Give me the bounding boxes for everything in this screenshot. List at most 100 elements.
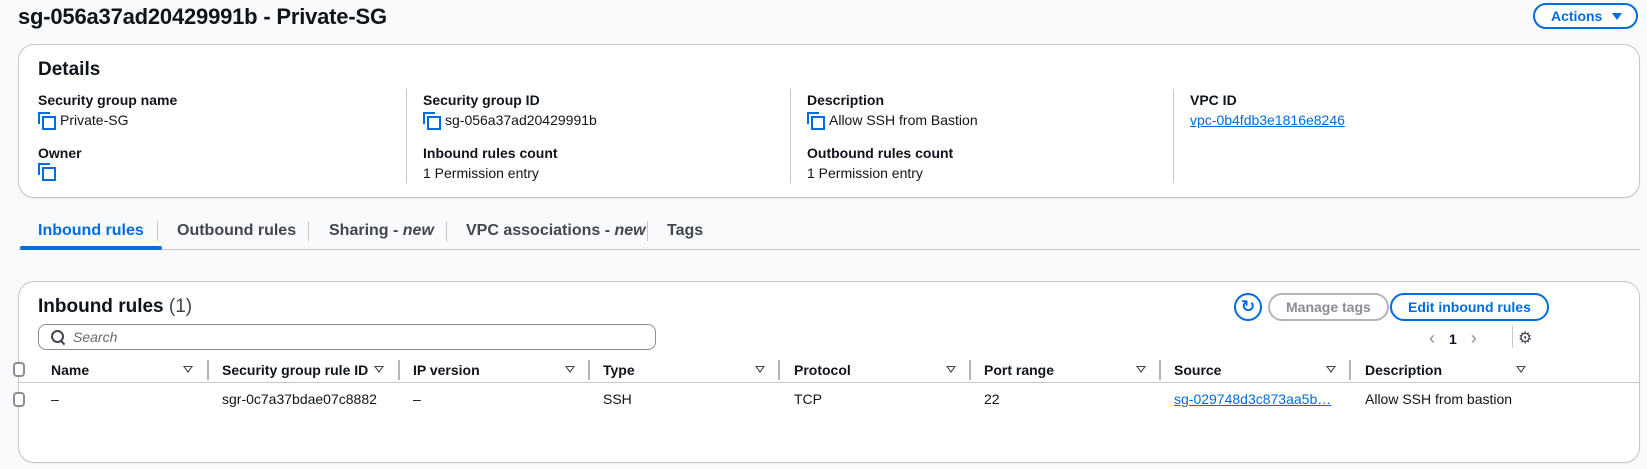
- actions-button-label: Actions: [1551, 8, 1603, 24]
- copy-icon[interactable]: [423, 112, 441, 130]
- table-row[interactable]: – sgr-0c7a37bdae07c8882 – SSH TCP 22 sg-…: [13, 385, 1639, 413]
- refresh-icon: ↻: [1240, 297, 1256, 316]
- inbound-count-field: Inbound rules count 1 Permission entry: [423, 144, 558, 183]
- column-header-description[interactable]: Description: [1365, 358, 1442, 382]
- description-value: Allow SSH from Bastion: [829, 112, 978, 128]
- details-title: Details: [38, 59, 101, 80]
- sort-icon[interactable]: [755, 366, 765, 373]
- source-link[interactable]: sg-029748d3c873aa5b…: [1174, 385, 1334, 413]
- details-column-2: Security group ID sg-056a37ad20429991b I…: [406, 89, 790, 183]
- column-header-rule-id[interactable]: Security group rule ID: [222, 358, 368, 382]
- inbound-count-label: Inbound rules count: [423, 145, 558, 161]
- caret-down-icon: [1612, 12, 1623, 20]
- copy-icon[interactable]: [807, 112, 825, 130]
- sg-id-label: Security group ID: [423, 92, 540, 108]
- tab-outbound-rules[interactable]: Outbound rules: [157, 213, 316, 249]
- copy-icon[interactable]: [38, 163, 56, 181]
- column-resizer[interactable]: [1159, 360, 1161, 380]
- tab-bar: Inbound rules Outbound rules Sharing - n…: [18, 213, 1640, 250]
- column-header-port-range[interactable]: Port range: [984, 358, 1054, 382]
- column-resizer[interactable]: [207, 360, 209, 380]
- column-resizer[interactable]: [1349, 360, 1351, 380]
- sg-name-label: Security group name: [38, 92, 178, 108]
- details-column-3: Description Allow SSH from Bastion Outbo…: [790, 89, 1174, 183]
- sg-id-field: Security group ID sg-056a37ad20429991b: [423, 91, 597, 130]
- tab-label: Outbound rules: [177, 222, 297, 239]
- tab-label: VPC associations -: [466, 222, 615, 239]
- search-field[interactable]: [38, 324, 656, 350]
- page-number[interactable]: 1: [1449, 331, 1457, 347]
- cell-port-range: 22: [984, 391, 1000, 407]
- sort-icon[interactable]: [1326, 366, 1336, 373]
- page-title: sg-056a37ad20429991b - Private-SG: [18, 4, 387, 29]
- select-all-checkbox[interactable]: [13, 362, 25, 377]
- inbound-rules-title: Inbound rules (1): [38, 296, 192, 318]
- chevron-right-icon[interactable]: ›: [1471, 328, 1477, 349]
- description-field: Description Allow SSH from Bastion: [807, 91, 978, 130]
- details-panel: Details Security group name Private-SG O…: [18, 44, 1640, 198]
- copy-icon[interactable]: [38, 112, 56, 130]
- column-header-type[interactable]: Type: [603, 358, 635, 382]
- details-column-1: Security group name Private-SG Owner: [38, 89, 408, 183]
- table-header: Name Security group rule ID IP version T…: [13, 358, 1639, 383]
- description-label: Description: [807, 92, 885, 108]
- gear-icon[interactable]: ⚙: [1518, 328, 1532, 348]
- tab-new-badge: new: [614, 222, 646, 239]
- vpc-id-field: VPC ID vpc-0b4fdb3e1816e8246: [1190, 91, 1345, 130]
- cell-type: SSH: [603, 391, 632, 407]
- inbound-title-text: Inbound rules: [38, 296, 164, 317]
- cell-protocol: TCP: [794, 391, 822, 407]
- inbound-rules-panel: Inbound rules (1) ↻ Manage tags Edit inb…: [13, 281, 1640, 463]
- search-input[interactable]: [73, 329, 633, 345]
- search-icon: [51, 330, 65, 344]
- tab-label: Sharing -: [329, 222, 403, 239]
- vpc-id-label: VPC ID: [1190, 92, 1237, 108]
- column-header-ip-version[interactable]: IP version: [413, 358, 480, 382]
- pagination: ‹ 1 ›: [1429, 328, 1477, 349]
- cell-ip-version: –: [413, 391, 421, 407]
- sort-icon[interactable]: [565, 366, 575, 373]
- sort-icon[interactable]: [1136, 366, 1146, 373]
- sg-name-value: Private-SG: [60, 112, 129, 128]
- owner-label: Owner: [38, 145, 82, 161]
- sort-icon[interactable]: [946, 366, 956, 373]
- tab-vpc-associations[interactable]: VPC associations - new: [446, 213, 666, 249]
- column-resizer[interactable]: [778, 360, 780, 380]
- sg-id-value: sg-056a37ad20429991b: [445, 112, 597, 128]
- sg-name-field: Security group name Private-SG: [38, 91, 177, 130]
- edit-inbound-rules-button[interactable]: Edit inbound rules: [1390, 293, 1549, 321]
- tab-label: Tags: [667, 222, 704, 239]
- owner-field: Owner: [38, 144, 82, 181]
- cell-name: –: [51, 391, 59, 407]
- cell-rule-id: sgr-0c7a37bdae07c8882: [222, 391, 377, 407]
- manage-tags-button[interactable]: Manage tags: [1268, 293, 1389, 321]
- cell-description: Allow SSH from bastion: [1365, 391, 1513, 407]
- column-resizer[interactable]: [969, 360, 971, 380]
- sort-icon[interactable]: [183, 366, 193, 373]
- chevron-left-icon[interactable]: ‹: [1429, 328, 1435, 349]
- outbound-count-value: 1 Permission entry: [807, 165, 923, 181]
- column-header-source[interactable]: Source: [1174, 358, 1221, 382]
- details-column-4: VPC ID vpc-0b4fdb3e1816e8246: [1173, 89, 1613, 183]
- refresh-button[interactable]: ↻: [1234, 293, 1262, 321]
- sort-icon[interactable]: [1516, 366, 1526, 373]
- inbound-rules-count: (1): [168, 296, 193, 317]
- pagination-divider: [1512, 326, 1513, 348]
- column-header-name[interactable]: Name: [51, 358, 89, 382]
- tab-new-badge: new: [402, 222, 434, 239]
- tab-sharing[interactable]: Sharing - new: [309, 213, 454, 249]
- tab-label: Inbound rules: [38, 222, 144, 239]
- actions-button[interactable]: Actions: [1533, 3, 1639, 29]
- column-header-protocol[interactable]: Protocol: [794, 358, 851, 382]
- tab-inbound-rules[interactable]: Inbound rules: [18, 213, 164, 250]
- inbound-count-value: 1 Permission entry: [423, 165, 539, 181]
- tab-tags[interactable]: Tags: [647, 213, 723, 249]
- outbound-count-label: Outbound rules count: [807, 145, 954, 161]
- cell-source: sg-029748d3c873aa5b…: [1174, 385, 1334, 413]
- column-resizer[interactable]: [398, 360, 400, 380]
- sort-icon[interactable]: [374, 366, 384, 373]
- row-checkbox[interactable]: [13, 392, 25, 407]
- vpc-id-link[interactable]: vpc-0b4fdb3e1816e8246: [1190, 110, 1345, 130]
- column-resizer[interactable]: [588, 360, 590, 380]
- outbound-count-field: Outbound rules count 1 Permission entry: [807, 144, 953, 183]
